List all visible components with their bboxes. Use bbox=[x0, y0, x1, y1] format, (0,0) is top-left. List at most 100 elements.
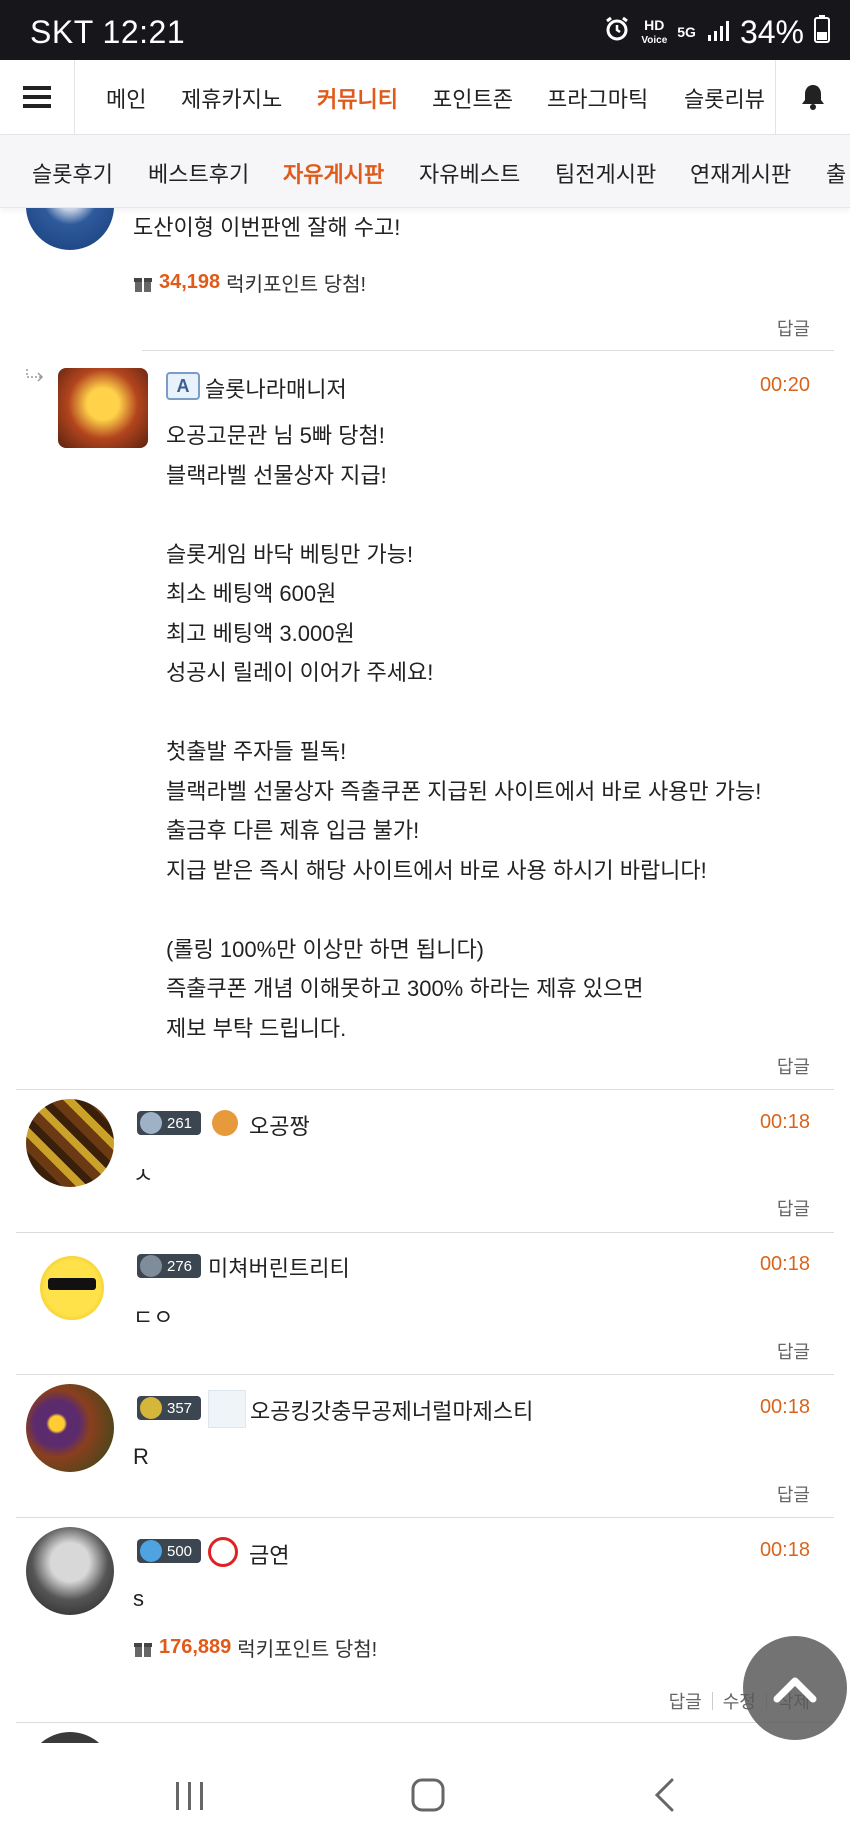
comment-text: s bbox=[133, 1586, 144, 1611]
back-icon bbox=[654, 1778, 674, 1812]
bell-icon bbox=[802, 85, 824, 110]
tab-pragmatic[interactable]: 프라그마틱 bbox=[547, 82, 648, 114]
tab-best-reviews[interactable]: 베스트후기 bbox=[148, 157, 249, 189]
divider bbox=[16, 1089, 834, 1090]
divider bbox=[16, 1232, 834, 1233]
comment-line: 성공시 릴레이 이어가 주세요! bbox=[166, 660, 434, 685]
reply-button[interactable]: 답글 bbox=[777, 315, 810, 341]
avatar[interactable] bbox=[58, 368, 148, 448]
comment-line: 블랙라벨 선물상자 즉출쿠폰 지급된 사이트에서 바로 사용만 가능! bbox=[166, 778, 762, 804]
tab-slot-reviews[interactable]: 슬롯후기 bbox=[32, 157, 113, 189]
5g-icon: 5G bbox=[677, 24, 696, 40]
system-nav-bar bbox=[0, 1744, 850, 1842]
comment-list: 도산이형 이번판엔 잘해 수고! 34,198 럭키포인트 당첨! 답글 A 슬… bbox=[0, 208, 850, 1743]
reply-button[interactable]: 답글 bbox=[777, 1338, 810, 1364]
comment-line: (롤링 100%만 이상만 하면 됩니다) bbox=[166, 936, 485, 962]
home-icon bbox=[411, 1778, 445, 1812]
tab-free-best[interactable]: 자유베스트 bbox=[419, 157, 520, 189]
menu-button[interactable] bbox=[0, 60, 75, 134]
divider bbox=[16, 1517, 834, 1518]
comment-text: R bbox=[133, 1444, 149, 1469]
recents-button[interactable] bbox=[172, 1780, 208, 1817]
level-badge: 357 bbox=[137, 1396, 201, 1420]
comment-line: 즉출쿠폰 개념 이해못하고 300% 하라는 제휴 있으면 bbox=[166, 976, 644, 1001]
author-name[interactable]: 오공킹갓충무공제너럴마제스티 bbox=[250, 1394, 533, 1426]
reply-arrow-icon bbox=[26, 369, 44, 382]
divider bbox=[711, 1692, 713, 1710]
alarm-icon bbox=[603, 14, 631, 51]
tab-point-zone[interactable]: 포인트존 bbox=[432, 82, 513, 114]
comment-text: 도산이형 이번판엔 잘해 수고! bbox=[133, 215, 401, 240]
fist-icon bbox=[212, 1110, 238, 1136]
comment-text: ㅅ bbox=[133, 1163, 154, 1188]
comment-text: ㄷㅇ bbox=[133, 1305, 174, 1330]
scroll-top-icon bbox=[773, 1677, 817, 1703]
comment-body: 오공고문관 님 5빠 당첨! 블랙라벨 선물상자 지급! 슬롯게임 바닥 베팅만… bbox=[166, 416, 816, 1048]
recents-icon bbox=[176, 1782, 203, 1810]
author-name[interactable]: 슬롯나라매니저 bbox=[205, 372, 347, 404]
scroll-top-button[interactable] bbox=[743, 1636, 847, 1740]
top-nav: 메인 제휴카지노 커뮤니티 포인트존 프라그마틱 슬롯리뷰 bbox=[0, 60, 850, 135]
comment-line bbox=[166, 890, 816, 930]
status-icons: HD Voice 5G 34% bbox=[603, 14, 830, 51]
comment-time: 00:18 bbox=[759, 1539, 810, 1561]
tab-partner-casino[interactable]: 제휴카지노 bbox=[181, 82, 282, 114]
status-bar: SKT 12:21 HD Voice 5G 34% bbox=[0, 0, 850, 60]
carrier-time: SKT 12:21 bbox=[30, 14, 186, 50]
tab-main[interactable]: 메인 bbox=[106, 82, 146, 114]
comment-line: 지급 받은 즉시 해당 사이트에서 바로 사용 하시기 바랍니다! bbox=[166, 857, 707, 883]
level-badge: 500 bbox=[137, 1539, 201, 1563]
reply-button[interactable]: 답글 bbox=[777, 1053, 810, 1079]
comment-line: 최고 베팅액 3.000원 bbox=[166, 620, 355, 646]
sub-nav: 슬롯후기 베스트후기 자유게시판 자유베스트 팀전게시판 연재게시판 출 bbox=[0, 135, 850, 208]
menu-icon bbox=[23, 86, 51, 108]
comment-line bbox=[166, 495, 816, 535]
reply-button[interactable]: 답글 bbox=[777, 1195, 810, 1221]
lucky-point-notice: 176,889 럭키포인트 당첨! bbox=[133, 1633, 377, 1662]
no-smoking-icon bbox=[208, 1537, 238, 1567]
gift-icon bbox=[134, 1642, 152, 1657]
comment-line: 슬롯게임 바닥 베팅만 가능! bbox=[166, 541, 414, 567]
lucky-text: 럭키포인트 당첨! bbox=[237, 1639, 378, 1661]
level-badge: 261 bbox=[137, 1111, 201, 1135]
comment-line: 첫출발 주자들 필독! bbox=[166, 739, 347, 764]
admin-badge: A bbox=[166, 372, 200, 400]
comment-line: 최소 베팅액 600원 bbox=[166, 581, 337, 606]
comment-line: 제보 부탁 드립니다. bbox=[166, 1015, 347, 1041]
avatar[interactable] bbox=[26, 1384, 114, 1472]
reply-button[interactable]: 답글 bbox=[669, 1688, 702, 1714]
avatar[interactable] bbox=[26, 1732, 114, 1743]
lucky-points: 176,889 bbox=[159, 1636, 232, 1658]
home-button[interactable] bbox=[410, 1777, 446, 1818]
comment-time: 00:20 bbox=[759, 374, 810, 396]
avatar[interactable] bbox=[26, 1527, 114, 1615]
author-name[interactable]: 미쳐버린트리티 bbox=[208, 1251, 350, 1283]
lucky-points: 34,198 bbox=[159, 271, 221, 293]
signal-icon bbox=[706, 14, 730, 51]
comment-time: 00:18 bbox=[759, 1111, 810, 1133]
battery-percent: 34% bbox=[739, 14, 804, 50]
reply-button[interactable]: 답글 bbox=[777, 1481, 810, 1507]
lucky-text: 럭키포인트 당첨! bbox=[226, 274, 367, 296]
divider bbox=[142, 350, 834, 351]
comment-line: 출금후 다른 제휴 입금 불가! bbox=[166, 818, 420, 843]
comment-time: 00:18 bbox=[759, 1396, 810, 1418]
tab-serial-board[interactable]: 연재게시판 bbox=[690, 157, 791, 189]
top-nav-tabs: 메인 제휴카지노 커뮤니티 포인트존 프라그마틱 슬롯리뷰 bbox=[74, 60, 776, 134]
tab-more[interactable]: 출 bbox=[826, 157, 846, 189]
author-name[interactable]: 오공짱 bbox=[249, 1109, 310, 1141]
battery-icon bbox=[814, 14, 830, 51]
avatar[interactable] bbox=[26, 1099, 114, 1187]
notification-button[interactable] bbox=[775, 60, 850, 134]
tab-team-board[interactable]: 팀전게시판 bbox=[555, 157, 656, 189]
avatar[interactable] bbox=[40, 1256, 104, 1320]
divider bbox=[16, 1374, 834, 1375]
tab-community[interactable]: 커뮤니티 bbox=[317, 82, 398, 114]
avatar[interactable] bbox=[26, 208, 114, 250]
comment-time: 00:18 bbox=[759, 1253, 810, 1275]
author-name[interactable]: 금연 bbox=[249, 1538, 289, 1570]
lucky-point-notice: 34,198 럭키포인트 당첨! bbox=[133, 268, 366, 297]
tab-free-board[interactable]: 자유게시판 bbox=[283, 157, 384, 189]
back-button[interactable] bbox=[652, 1777, 678, 1818]
tab-slot-review[interactable]: 슬롯리뷰 bbox=[684, 82, 765, 114]
